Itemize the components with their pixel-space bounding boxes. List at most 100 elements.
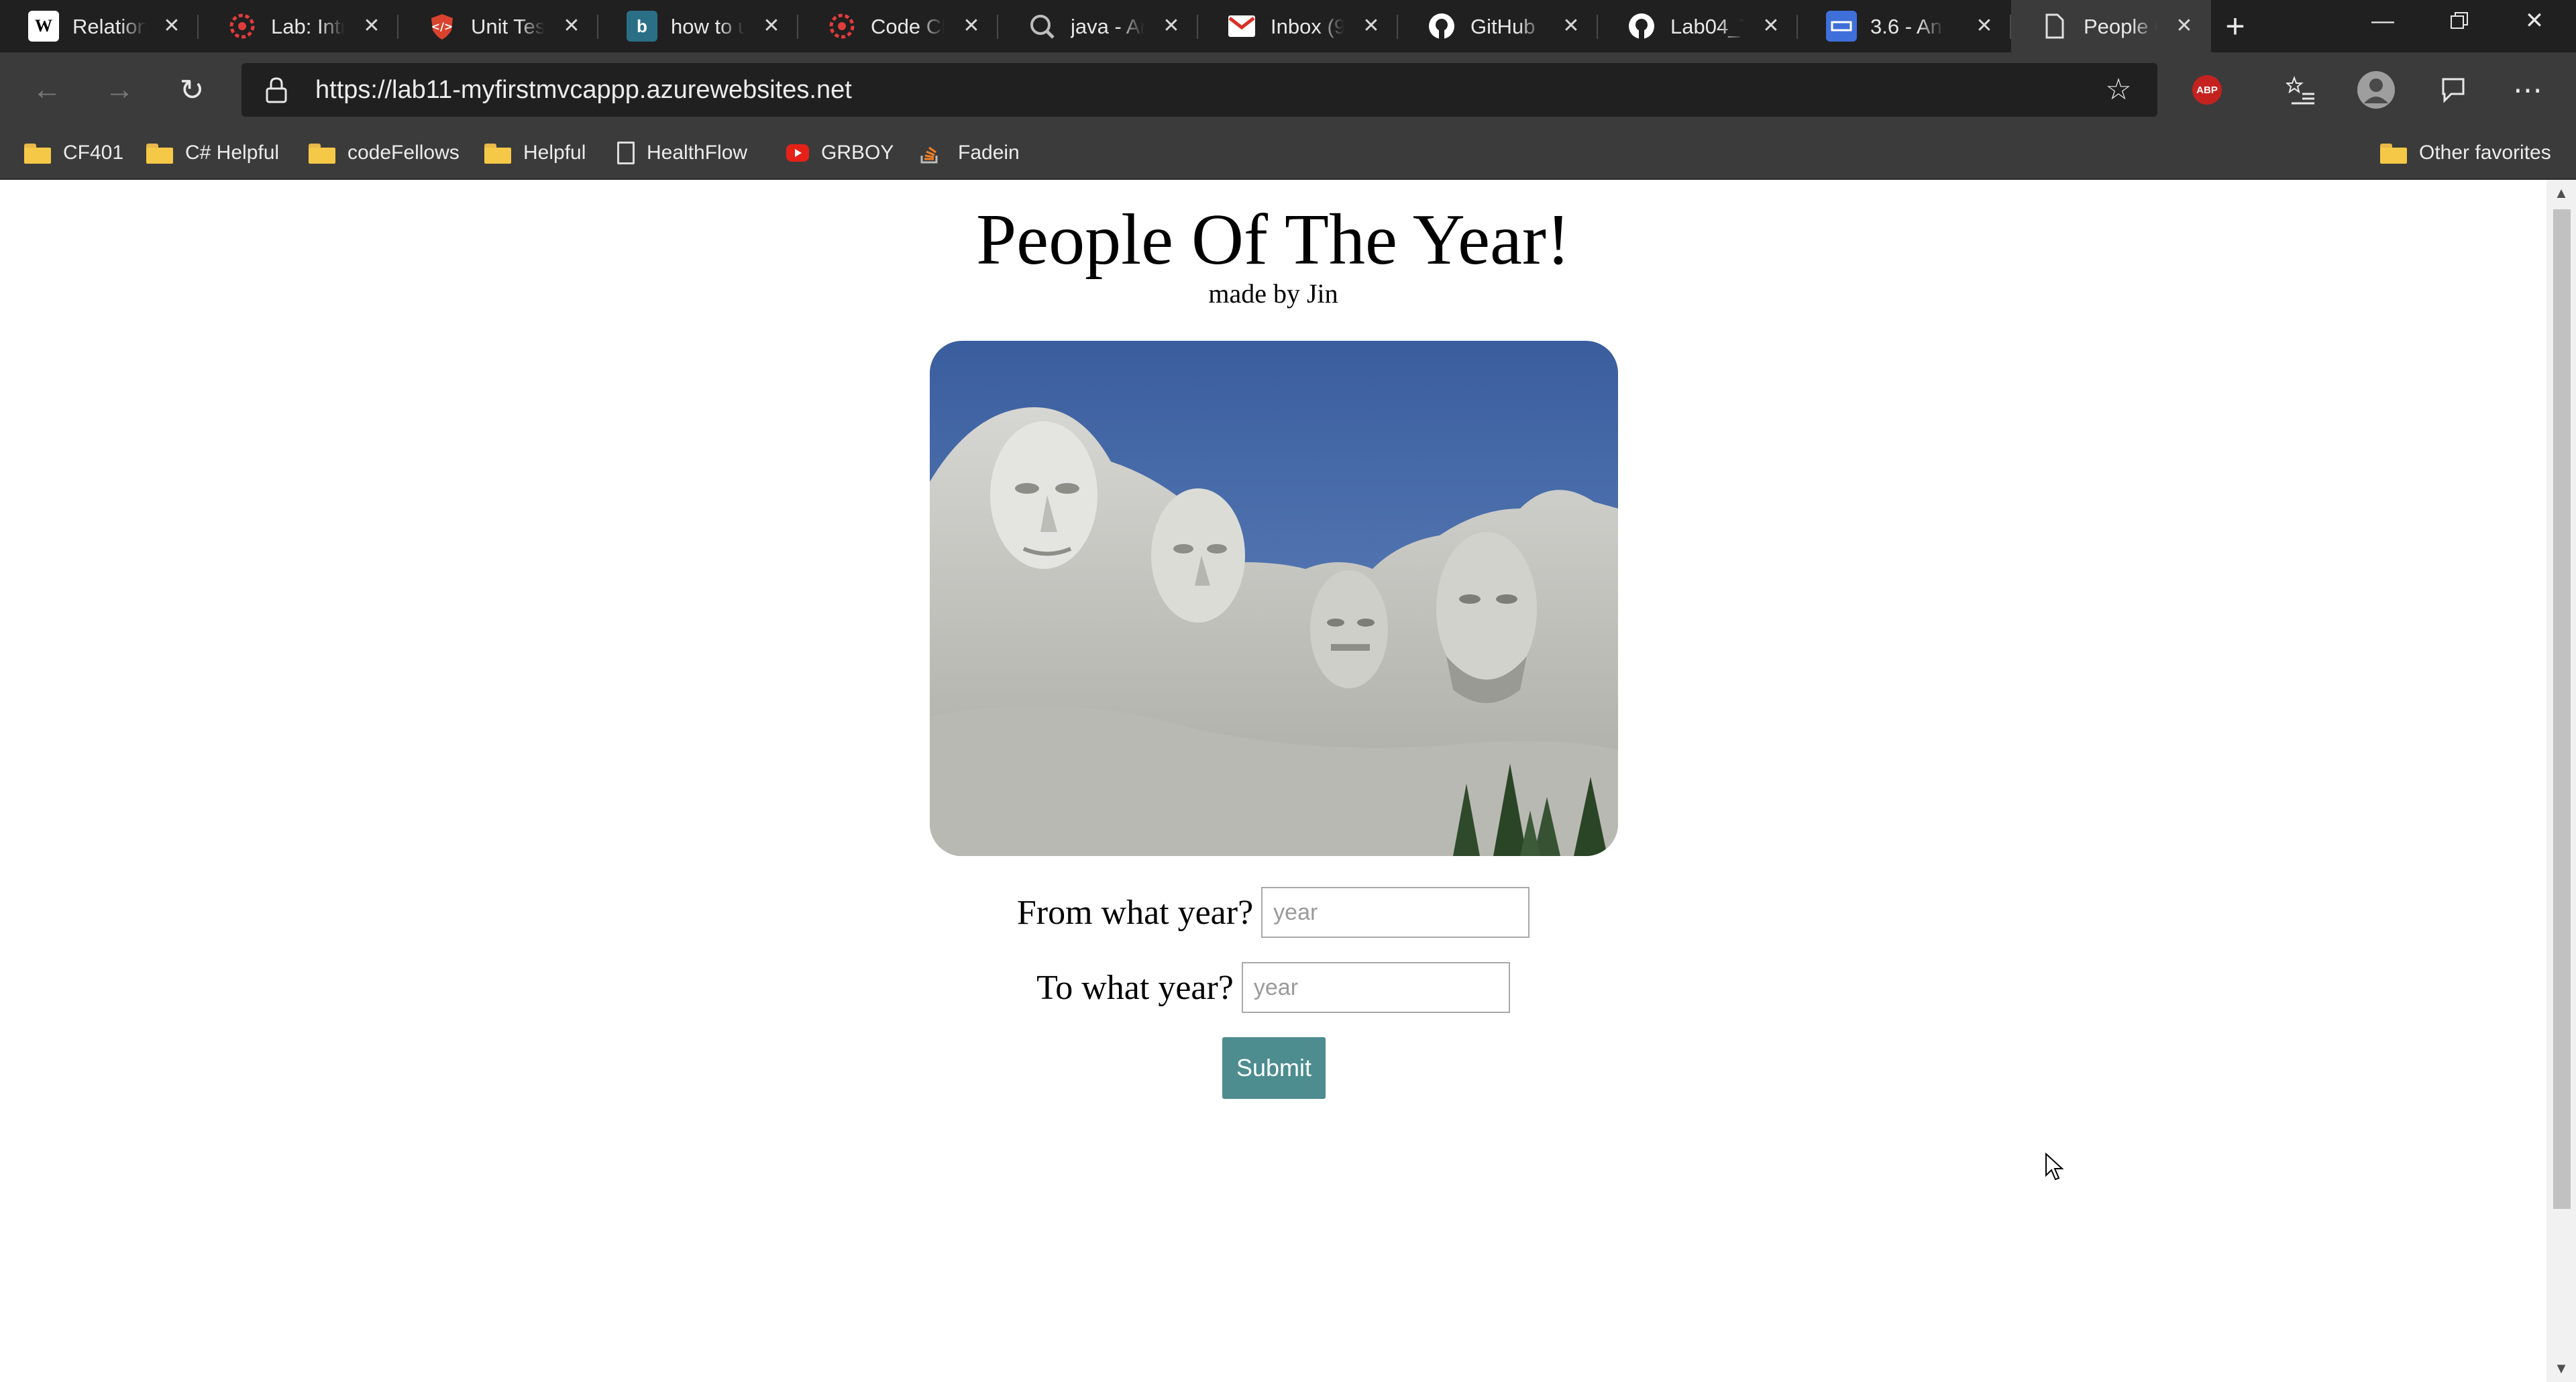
refresh-icon[interactable]: ↻ <box>169 67 215 113</box>
to-year-input[interactable] <box>1241 962 1510 1013</box>
back-icon[interactable]: ← <box>24 67 70 113</box>
folder-icon <box>309 142 335 164</box>
page-title: People Of The Year! <box>976 200 1570 280</box>
scroll-down-icon[interactable]: ▼ <box>2546 1355 2576 1382</box>
tab-unit-tests[interactable]: </> Unit Tests ✕ <box>398 0 598 52</box>
other-favorites[interactable]: Other favorites <box>2380 127 2551 178</box>
vertical-scrollbar[interactable]: ▲ ▼ <box>2546 180 2576 1382</box>
close-icon[interactable]: ✕ <box>958 12 985 39</box>
mouse-cursor-icon <box>2045 1153 2064 1181</box>
close-icon[interactable]: ✕ <box>158 12 185 39</box>
tab-wikipedia[interactable]: W Relation (c ✕ <box>0 0 199 52</box>
bookmarks-bar: CF401 C# Helpful codeFellows Helpful Hea… <box>0 127 2576 180</box>
favorite-star-icon[interactable]: ☆ <box>2100 71 2137 109</box>
address-bar[interactable]: https://lab11-myfirstmvcappp.azurewebsit… <box>241 63 2157 117</box>
codefellows-icon <box>826 11 857 42</box>
byline: made by Jin <box>1208 278 1338 309</box>
bing-icon: b <box>627 11 657 42</box>
close-icon[interactable]: ✕ <box>1971 12 1998 39</box>
forward-icon[interactable]: → <box>97 67 142 113</box>
tab-label: Lab: Intro <box>271 15 345 38</box>
close-icon[interactable]: ✕ <box>1358 12 1385 39</box>
mount-rushmore-image <box>930 341 1618 856</box>
bookmark-helpful[interactable]: Helpful <box>484 127 586 178</box>
folder-icon <box>146 142 173 164</box>
bookmark-csharp-helpful[interactable]: C# Helpful <box>146 127 279 178</box>
close-icon[interactable]: ✕ <box>1158 12 1185 39</box>
to-year-label: To what year? <box>1036 968 1234 1007</box>
github-icon <box>1626 11 1657 42</box>
tab-animation[interactable]: 3.6 - Anim ✕ <box>1798 0 2011 52</box>
bookmark-grboy[interactable]: GRBOY <box>786 127 894 178</box>
tab-code-challenge[interactable]: Code Cha ✕ <box>798 0 998 52</box>
new-tab-icon[interactable]: + <box>2218 9 2253 44</box>
tab-lab-intro[interactable]: Lab: Intro ✕ <box>199 0 398 52</box>
svg-text:</>: </> <box>431 20 453 33</box>
tab-bing[interactable]: b how to us ✕ <box>598 0 798 52</box>
folder-icon <box>2380 142 2407 164</box>
tab-github[interactable]: GitHub ✕ <box>1398 0 1598 52</box>
tab-label: how to us <box>671 15 745 38</box>
bookmark-label: C# Helpful <box>185 142 280 164</box>
bookmark-label: Fadein <box>958 142 1020 164</box>
bookmark-label: codeFellows <box>347 142 460 164</box>
tab-strip: W Relation (c ✕ Lab: Intro ✕ </> Unit Te… <box>0 0 2576 52</box>
search-globe-icon <box>1026 11 1057 42</box>
adblock-plus-icon[interactable]: ABP <box>2192 75 2222 105</box>
tab-gmail-inbox[interactable]: Inbox (9,8 ✕ <box>1198 0 1398 52</box>
tab-label: 3.6 - Anim <box>1870 15 1944 38</box>
close-icon[interactable]: ✕ <box>358 12 385 39</box>
profile-avatar-icon[interactable] <box>2353 67 2399 113</box>
tab-label: Code Cha <box>871 15 945 38</box>
more-options-icon[interactable]: ⋯ <box>2505 67 2551 113</box>
favorites-list-icon[interactable] <box>2278 67 2324 113</box>
close-icon[interactable]: ✕ <box>1558 12 1585 39</box>
bookmark-label: Helpful <box>523 142 586 164</box>
tab-label: Relation (c <box>72 15 146 38</box>
folder-icon <box>24 142 51 164</box>
tab-people-of-the-year[interactable]: People Of ✕ <box>2011 0 2211 52</box>
tab-label: Lab04_Tic <box>1670 15 1744 38</box>
feedback-icon[interactable] <box>2430 67 2475 113</box>
bookmark-fadein[interactable]: Fadein <box>919 127 1020 178</box>
submit-button[interactable]: Submit <box>1222 1037 1326 1099</box>
gmail-icon <box>1226 11 1257 42</box>
shield-code-icon: </> <box>427 11 458 42</box>
tab-lab04[interactable]: Lab04_Tic ✕ <box>1598 0 1798 52</box>
stackoverflow-icon <box>919 142 946 164</box>
minimize-icon[interactable]: — <box>2345 0 2420 42</box>
bookmark-codefellows[interactable]: codeFellows <box>309 127 460 178</box>
restore-icon[interactable] <box>2422 0 2497 42</box>
bookmark-label: HealthFlow <box>647 142 748 164</box>
adblock-label: ABP <box>2196 84 2218 96</box>
other-favorites-label: Other favorites <box>2419 142 2551 164</box>
close-icon[interactable]: ✕ <box>758 12 785 39</box>
browser-toolbar: ← → ↻ https://lab11-myfirstmvcappp.azure… <box>0 52 2576 127</box>
bookmark-cf401[interactable]: CF401 <box>24 127 123 178</box>
tab-java[interactable]: java - Ani ✕ <box>998 0 1198 52</box>
youtube-icon <box>786 144 809 162</box>
tab-label: Inbox (9,8 <box>1271 15 1344 38</box>
close-icon[interactable]: ✕ <box>2171 12 2198 39</box>
github-icon <box>1426 11 1457 42</box>
tab-label: GitHub <box>1470 15 1536 38</box>
page-icon <box>2039 11 2070 42</box>
bookmark-healthflow[interactable]: HealthFlow <box>617 127 747 178</box>
tab-label: java - Ani <box>1071 15 1144 38</box>
codefellows-icon <box>227 11 258 42</box>
close-icon[interactable]: ✕ <box>1758 12 1784 39</box>
wikipedia-icon: W <box>28 11 59 42</box>
page-viewport: People Of The Year! made by Jin From wha… <box>0 180 2546 1382</box>
address-url[interactable]: https://lab11-myfirstmvcappp.azurewebsit… <box>315 63 852 117</box>
scroll-up-icon[interactable]: ▲ <box>2546 180 2576 207</box>
page-icon <box>617 142 635 164</box>
close-icon[interactable]: ✕ <box>558 12 585 39</box>
scrollbar-thumb[interactable] <box>2553 209 2571 1209</box>
tab-label: People Of <box>2084 15 2157 38</box>
tab-label: Unit Tests <box>471 15 545 38</box>
from-year-input[interactable] <box>1261 887 1530 938</box>
to-year-row: To what year? <box>0 961 2546 1014</box>
window-close-icon[interactable]: ✕ <box>2497 0 2572 42</box>
from-year-row: From what year? <box>0 886 2546 939</box>
bookmark-label: GRBOY <box>821 142 894 164</box>
